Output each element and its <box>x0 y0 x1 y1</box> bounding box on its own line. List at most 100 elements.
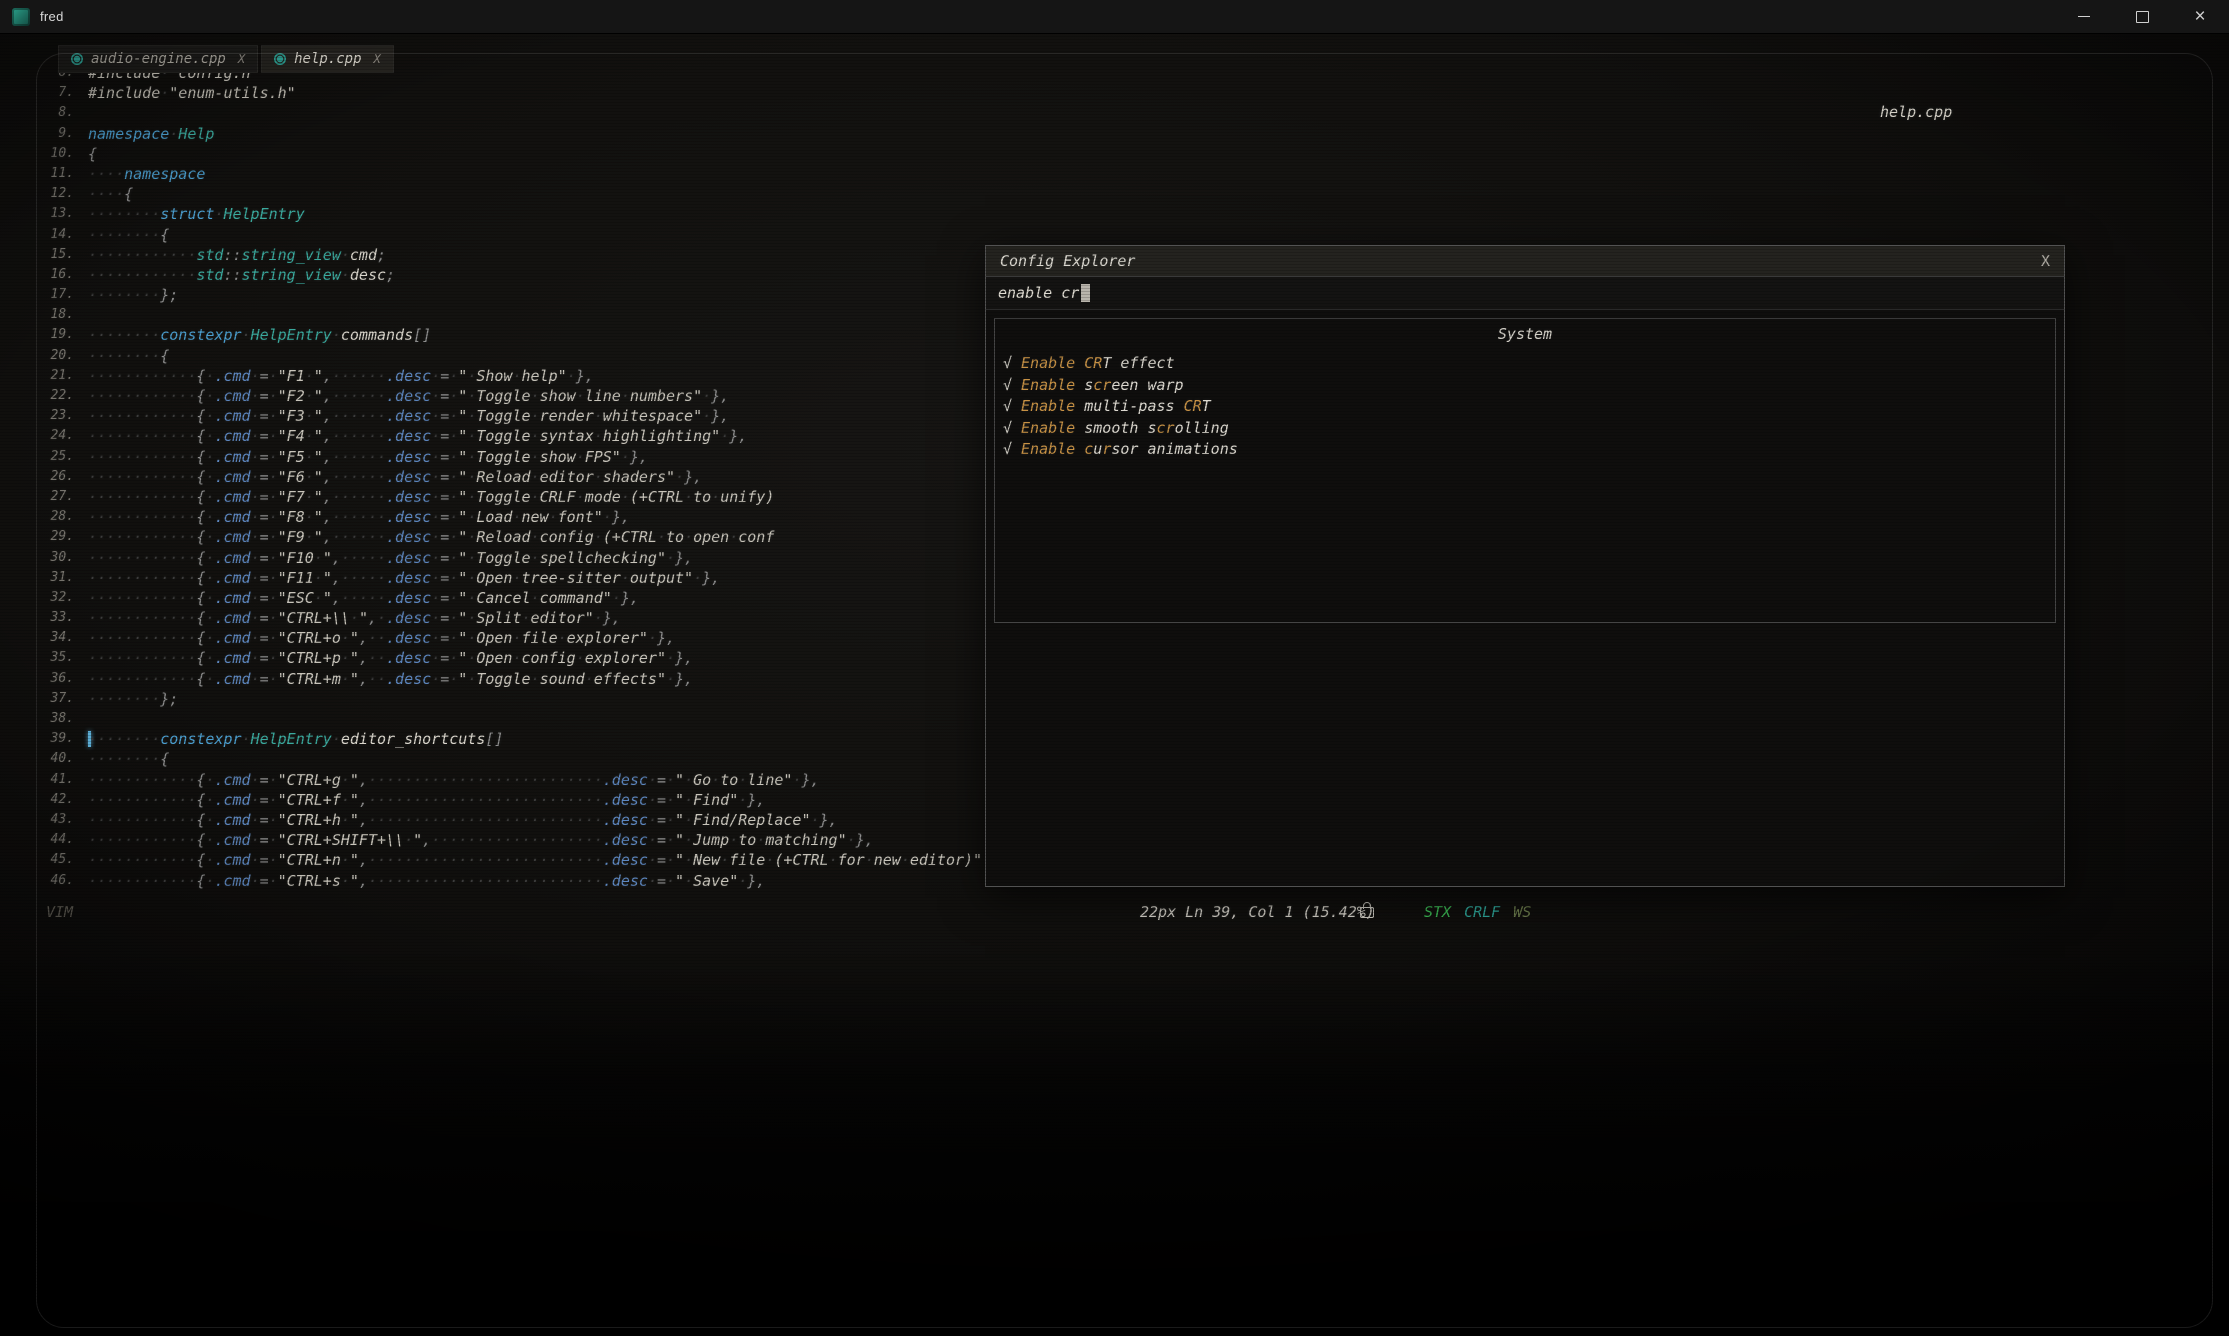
line-number: 11. <box>30 164 74 184</box>
search-query-text: enable cr <box>998 284 1079 302</box>
checkbox-checked-icon: √ <box>1003 440 1012 458</box>
status-bar: VIM 22px Ln 39, Col 1 (15.42%) STXCRLFWS <box>0 901 2229 927</box>
line-text: ············{·.cmd·=·"F1·",······.desc·=… <box>88 366 594 386</box>
line-text: ············{·.cmd·=·"F6·",······.desc·=… <box>88 467 702 487</box>
config-option[interactable]: √Enable smooth scrolling <box>1003 418 2047 440</box>
line-number: 30. <box>30 548 74 568</box>
line-number: 34. <box>30 628 74 648</box>
line-text: ············{·.cmd·=·"F7·",······.desc·=… <box>88 487 774 507</box>
config-option[interactable]: √Enable screen warp <box>1003 375 2047 397</box>
line-text: ············{·.cmd·=·"CTRL+n·",·········… <box>88 850 1009 870</box>
code-line: 19. ········constexpr·HelpEntry·commands[… <box>30 325 1009 345</box>
line-number: 44. <box>30 830 74 850</box>
line-text: ············{·.cmd·=·"F3·",······.desc·=… <box>88 406 729 426</box>
line-text: ········constexpr·HelpEntry·commands[] <box>88 325 431 345</box>
maximize-icon <box>2136 11 2149 23</box>
code-line: 40.········{ <box>30 749 1009 769</box>
line-number: 38. <box>30 709 74 729</box>
code-line: 44. ············{·.cmd·=·"CTRL+SHIFT+\\·"… <box>30 830 1009 850</box>
code-line: 33.············{·.cmd·=·"CTRL+\\·",·.des… <box>30 608 1009 628</box>
tab-close-icon[interactable]: X <box>238 52 245 66</box>
line-text: ············{·.cmd·=·"F11·",·····.desc·=… <box>88 568 720 588</box>
title-bar: fred × <box>0 0 2229 34</box>
code-area[interactable]: 6.#include·"config.h"7.#include·"enum-ut… <box>30 63 1009 891</box>
line-text: ········struct·HelpEntry <box>88 204 305 224</box>
line-text: ············{·.cmd·=·"F2·",······.desc·=… <box>88 386 729 406</box>
config-search-input[interactable]: enable cr <box>986 277 2064 310</box>
open-file-label: help.cpp <box>1880 103 1952 121</box>
checkbox-checked-icon: √ <box>1003 354 1012 372</box>
line-text: namespace·Help <box>88 124 214 144</box>
close-button[interactable]: × <box>2171 0 2229 33</box>
config-option[interactable]: √Enable cursor animations <box>1003 439 2047 461</box>
code-line: 12.····{ <box>30 184 1009 204</box>
maximize-button[interactable] <box>2113 0 2171 33</box>
checkbox-checked-icon: √ <box>1003 376 1012 394</box>
status-toggle-stx[interactable]: STX <box>1424 903 1451 921</box>
code-line: 23.············{·.cmd·=·"F3·",······.des… <box>30 406 1009 426</box>
checkbox-checked-icon: √ <box>1003 419 1012 437</box>
config-section-header: System <box>995 319 2055 347</box>
line-text: ············{·.cmd·=·"F4·",······.desc·=… <box>88 426 747 446</box>
dialog-close-icon[interactable]: X <box>2041 252 2050 270</box>
code-line: 10.{ <box>30 144 1009 164</box>
line-text: ············{·.cmd·=·"CTRL+h·",·········… <box>88 810 838 830</box>
code-line: 46. ············{·.cmd·=·"CTRL+s·",······… <box>30 871 1009 891</box>
line-number: 42. <box>30 790 74 810</box>
tab-close-icon[interactable]: X <box>374 52 381 66</box>
code-line: 41.············{·.cmd·=·"CTRL+g·",······… <box>30 770 1009 790</box>
line-text: ············{·.cmd·=·"CTRL+m·",··.desc·=… <box>88 669 693 689</box>
minimize-button[interactable] <box>2055 0 2113 33</box>
line-text: ········{ <box>88 749 169 769</box>
line-text: ············std::string_view·desc; <box>88 265 395 285</box>
code-line: 39.········constexpr·HelpEntry·editor_sh… <box>30 729 1009 749</box>
code-line: 14.········{ <box>30 225 1009 245</box>
code-line: 27.············{·.cmd·=·"F7·",······.des… <box>30 487 1009 507</box>
line-number: 41. <box>30 770 74 790</box>
line-number: 7. <box>30 83 74 103</box>
minimize-icon <box>2078 16 2090 17</box>
line-number: 25. <box>30 447 74 467</box>
code-line: 26.············{·.cmd·=·"F6·",······.des… <box>30 467 1009 487</box>
line-text: ············{·.cmd·=·"F9·",······.desc·=… <box>88 527 774 547</box>
line-number: 37. <box>30 689 74 709</box>
line-number: 20. <box>30 346 74 366</box>
window-controls: × <box>2055 0 2229 33</box>
status-toggle-crlf[interactable]: CRLF <box>1464 903 1500 921</box>
line-text: ············{·.cmd·=·"CTRL+f·",·········… <box>88 790 765 810</box>
line-text: ············{·.cmd·=·"CTRL+s·",·········… <box>88 871 765 891</box>
line-text: ····{ <box>88 184 133 204</box>
app-window: fred × 6.#include·"config.h"7.#include·"… <box>0 0 2229 1336</box>
dialog-title-bar: Config Explorer X <box>986 246 2064 277</box>
tab-audio-engine-cpp[interactable]: audio-engine.cpp X <box>58 45 258 73</box>
status-toggle-ws[interactable]: WS <box>1513 903 1531 921</box>
line-text: ····namespace <box>88 164 205 184</box>
line-text: ········{ <box>88 346 169 366</box>
line-number: 19. <box>30 325 74 345</box>
line-number: 35. <box>30 648 74 668</box>
line-number: 46. <box>30 871 74 891</box>
code-line: 20. ········{ <box>30 346 1009 366</box>
line-text: { <box>88 144 97 164</box>
line-number: 43. <box>30 810 74 830</box>
status-toggles: STX CRLF WS <box>1424 903 1531 921</box>
window-title: fred <box>40 9 64 24</box>
close-icon: × <box>2194 7 2205 26</box>
line-number: 33. <box>30 608 74 628</box>
code-line: 45.············{·.cmd·=·"CTRL+n·",······… <box>30 850 1009 870</box>
tab-help-cpp[interactable]: help.cppX <box>261 45 394 73</box>
config-option[interactable]: √Enable CRT effect <box>1003 353 2047 375</box>
line-text: ············{·.cmd·=·"ESC·",·····.desc·=… <box>88 588 639 608</box>
app-logo-icon <box>12 8 30 26</box>
tab-label: audio-engine.cpp <box>91 51 226 67</box>
line-text: ········}; <box>88 285 178 305</box>
line-text: ············{·.cmd·=·"CTRL+o·",··.desc·=… <box>88 628 675 648</box>
code-line: 21.············{·.cmd·=·"F1·",······.des… <box>30 366 1009 386</box>
line-text: ············{·.cmd·=·"F5·",······.desc·=… <box>88 447 648 467</box>
line-text: ············std::string_view·cmd; <box>88 245 386 265</box>
line-number: 15. <box>30 245 74 265</box>
line-text: ············{·.cmd·=·"CTRL+p·",··.desc·=… <box>88 648 693 668</box>
line-text: ············{·.cmd·=·"CTRL+SHIFT+\\·",··… <box>88 830 874 850</box>
line-text: ············{·.cmd·=·"F10·",·····.desc·=… <box>88 548 693 568</box>
config-option[interactable]: √Enable multi-pass CRT <box>1003 396 2047 418</box>
